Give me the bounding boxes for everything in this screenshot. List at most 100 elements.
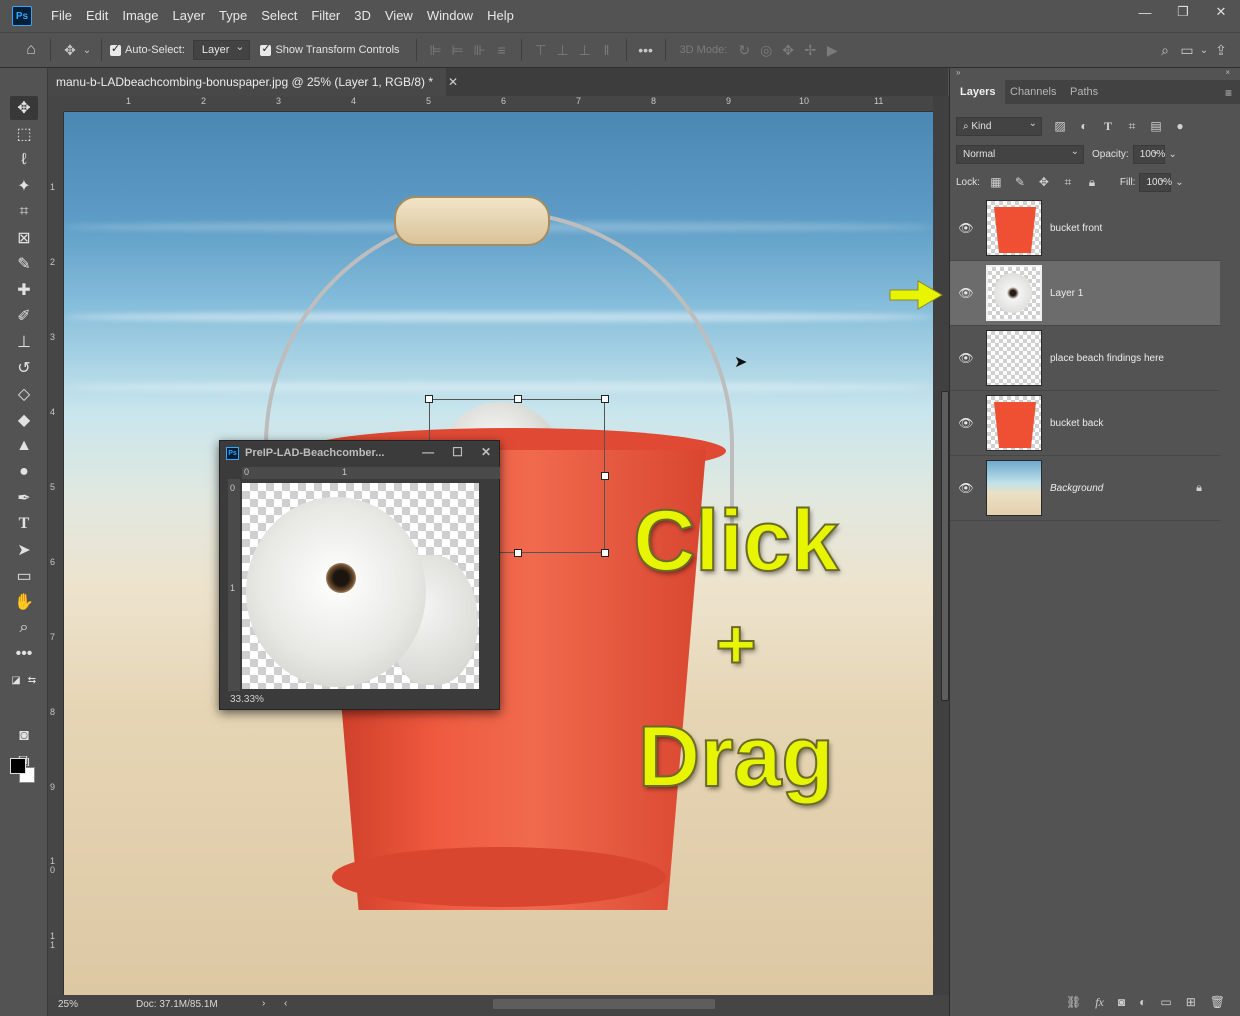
history-brush-tool-icon[interactable]: ↺ xyxy=(10,356,38,380)
menu-layer[interactable]: Layer xyxy=(166,0,213,32)
blend-mode-dropdown[interactable]: Normal xyxy=(956,143,1084,164)
pixel-filter-icon[interactable]: ▨ xyxy=(1048,119,1072,133)
filter-kind-dropdown[interactable]: ⌕ Kind xyxy=(956,115,1042,136)
floating-window-titlebar[interactable]: Ps PreIP-LAD-Beachcomber... — ☐ ✕ xyxy=(220,441,499,465)
minimize-icon[interactable]: — xyxy=(422,445,434,459)
tab-layers[interactable]: Layers xyxy=(950,80,1006,104)
vertical-scrollbar[interactable] xyxy=(933,96,949,995)
swap-colors-icon[interactable]: ⇆ xyxy=(26,668,38,692)
opacity-input[interactable]: 100% xyxy=(1132,143,1165,164)
align-top-icon[interactable]: ⊤ xyxy=(530,42,552,59)
lasso-tool-icon[interactable]: ℓ xyxy=(10,148,38,172)
chevron-down-icon[interactable]: ⌄ xyxy=(1171,177,1187,188)
transform-handle[interactable] xyxy=(601,395,609,403)
menu-file[interactable]: File xyxy=(44,0,79,32)
layer-row-bucket-back[interactable]: 👁︎ bucket back xyxy=(950,391,1220,456)
3d-orbit-icon[interactable]: ↻ xyxy=(733,42,755,59)
collapse-icon[interactable]: » xyxy=(956,68,960,77)
menu-edit[interactable]: Edit xyxy=(79,0,115,32)
eye-visibility-icon[interactable]: 👁︎ xyxy=(950,286,982,300)
move-tool-icon[interactable]: ✥ xyxy=(10,96,38,120)
paint-bucket-tool-icon[interactable]: ◆ xyxy=(10,408,38,432)
transform-handle[interactable] xyxy=(601,472,609,480)
transform-handle[interactable] xyxy=(514,395,522,403)
scroll-left-icon[interactable]: ‹ xyxy=(284,998,287,1009)
menu-view[interactable]: View xyxy=(378,0,420,32)
layer-style-icon[interactable]: fx xyxy=(1095,995,1104,1010)
3d-scale-icon[interactable]: ▶ xyxy=(821,42,843,59)
horizontal-scrollbar-thumb[interactable] xyxy=(493,999,715,1009)
more-options-icon[interactable]: ••• xyxy=(635,42,657,58)
auto-select-checkbox[interactable]: Auto-Select: xyxy=(110,42,185,56)
align-right-icon[interactable]: ⊪ xyxy=(469,42,491,59)
eye-visibility-icon[interactable]: 👁︎ xyxy=(950,221,982,235)
eraser-tool-icon[interactable]: ◇ xyxy=(10,382,38,406)
close-tab-icon[interactable]: ✕ xyxy=(448,68,458,96)
type-tool-icon[interactable]: T xyxy=(10,512,38,536)
align-vcenter-icon[interactable]: ⊥ xyxy=(552,42,574,59)
share-icon[interactable]: ⇪ xyxy=(1210,42,1232,59)
adjustment-layer-icon[interactable]: ◐ xyxy=(1139,995,1146,1009)
align-left-icon[interactable]: ⊫ xyxy=(425,42,447,59)
floating-canvas[interactable] xyxy=(242,483,479,689)
eye-visibility-icon[interactable]: 👁︎ xyxy=(950,351,982,365)
delete-layer-icon[interactable]: 🗑︎ xyxy=(1210,995,1225,1009)
eye-visibility-icon[interactable]: 👁︎ xyxy=(950,416,982,430)
transform-handle[interactable] xyxy=(514,549,522,557)
minimize-icon[interactable]: — xyxy=(1126,0,1164,24)
foreground-color-swatch[interactable] xyxy=(10,758,26,774)
type-filter-icon[interactable]: T xyxy=(1096,119,1120,134)
menu-help[interactable]: Help xyxy=(480,0,521,32)
marquee-tool-icon[interactable]: ⬚ xyxy=(10,122,38,146)
layer-row-place-beach-findings[interactable]: 👁︎ place beach findings here xyxy=(950,326,1220,391)
quick-mask-icon[interactable]: ◙ xyxy=(10,724,38,748)
rectangle-tool-icon[interactable]: ▭ xyxy=(10,564,38,588)
menu-window[interactable]: Window xyxy=(420,0,480,32)
document-tab[interactable]: manu-b-LADbeachcombing-bonuspaper.jpg @ … xyxy=(48,68,458,96)
blur-tool-icon[interactable]: ▲ xyxy=(10,434,38,458)
fill-input[interactable]: 100% xyxy=(1139,171,1172,192)
collapse-icon[interactable]: × xyxy=(1225,68,1230,77)
new-layer-icon[interactable]: ⊞ xyxy=(1186,995,1196,1009)
eyedropper-tool-icon[interactable]: ✎ xyxy=(10,252,38,276)
default-colors-icon[interactable]: ◪ xyxy=(10,668,22,692)
hand-tool-icon[interactable]: ✋ xyxy=(10,590,38,614)
search-icon[interactable]: ⌕ xyxy=(1154,42,1176,59)
panel-menu-icon[interactable]: ≡ xyxy=(1225,86,1232,100)
link-layers-icon[interactable]: ⛓ xyxy=(1066,995,1081,1009)
smart-object-filter-icon[interactable]: ▤ xyxy=(1144,119,1168,133)
align-middle-icon[interactable]: ≡ xyxy=(491,42,513,58)
align-center-icon[interactable]: ⊨ xyxy=(447,42,469,59)
adjustment-filter-icon[interactable]: ◐ xyxy=(1072,119,1096,133)
menu-type[interactable]: Type xyxy=(212,0,254,32)
scrollbar-thumb[interactable] xyxy=(941,391,949,701)
magic-wand-tool-icon[interactable]: ✦ xyxy=(10,174,38,198)
edit-toolbar-icon[interactable]: ••• xyxy=(10,642,38,666)
menu-select[interactable]: Select xyxy=(254,0,304,32)
layer-row-background[interactable]: 👁︎ Background 🔒︎ xyxy=(950,456,1220,521)
restore-icon[interactable]: ☐ xyxy=(452,445,463,459)
layer-mask-icon[interactable]: ◙ xyxy=(1118,995,1125,1009)
layer-row-bucket-front[interactable]: 👁︎ bucket front xyxy=(950,196,1220,261)
align-bottom-icon[interactable]: ⊥ xyxy=(574,42,596,59)
path-selection-tool-icon[interactable]: ➤ xyxy=(10,538,38,562)
healing-brush-tool-icon[interactable]: ✚ xyxy=(10,278,38,302)
clone-stamp-tool-icon[interactable]: ⊥ xyxy=(10,330,38,354)
zoom-level[interactable]: 25% xyxy=(58,999,78,1010)
eye-visibility-icon[interactable]: 👁︎ xyxy=(950,481,982,495)
crop-tool-icon[interactable]: ⌗ xyxy=(10,200,38,224)
3d-roll-icon[interactable]: ◎ xyxy=(755,42,777,59)
tab-channels[interactable]: Channels xyxy=(1000,80,1066,104)
shape-filter-icon[interactable]: ⌗ xyxy=(1120,119,1144,134)
lock-image-icon[interactable]: ✎ xyxy=(1008,175,1032,189)
lock-artboard-icon[interactable]: ⌗ xyxy=(1056,175,1080,190)
menu-3d[interactable]: 3D xyxy=(347,0,378,32)
new-group-icon[interactable]: ▭ xyxy=(1160,995,1171,1009)
chevron-down-icon[interactable]: ⌄ xyxy=(1165,149,1181,160)
workspace-icon[interactable]: ▭ xyxy=(1176,42,1198,59)
menu-filter[interactable]: Filter xyxy=(304,0,347,32)
dodge-tool-icon[interactable]: ● xyxy=(10,460,38,484)
tab-paths[interactable]: Paths xyxy=(1060,80,1108,104)
status-menu-icon[interactable]: › xyxy=(262,998,265,1009)
close-icon[interactable]: ✕ xyxy=(481,445,491,459)
